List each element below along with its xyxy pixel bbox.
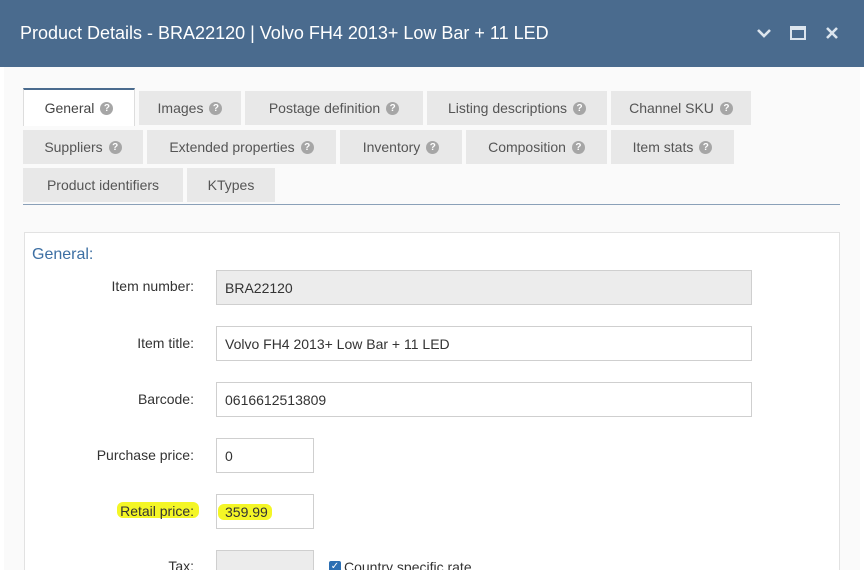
item-number-field: BRA22120: [216, 270, 752, 305]
tab-extended-properties[interactable]: Extended properties ?: [147, 130, 336, 164]
tab-label: Inventory: [362, 139, 421, 155]
help-icon[interactable]: ?: [426, 140, 440, 154]
retail-price-field[interactable]: 359.99: [216, 494, 314, 529]
tab-product-identifiers[interactable]: Product identifiers: [23, 168, 183, 202]
barcode-label: Barcode:: [137, 391, 194, 407]
tab-label: Product identifiers: [46, 177, 160, 193]
product-details-dialog: Product Details - BRA22120 | Volvo FH4 2…: [0, 0, 864, 570]
help-icon[interactable]: ?: [571, 140, 585, 154]
tab-label: Listing descriptions: [447, 100, 568, 116]
tax-field: [216, 550, 314, 570]
retail-price-label: Retail price:: [120, 503, 194, 519]
tab-ktypes[interactable]: KTypes: [187, 168, 275, 202]
window-title: Product Details - BRA22120 | Volvo FH4 2…: [20, 23, 549, 43]
close-button[interactable]: [821, 22, 843, 44]
maximize-icon: [787, 22, 809, 44]
tab-suppliers[interactable]: Suppliers ?: [23, 130, 143, 164]
section-title: General:: [32, 246, 94, 263]
tabs-divider: [23, 204, 840, 205]
tab-label: General: [44, 100, 95, 116]
tab-label: Channel SKU: [629, 100, 714, 116]
tab-label: Images: [157, 100, 204, 116]
tab-label: Extended properties: [169, 139, 295, 155]
item-title-field[interactable]: Volvo FH4 2013+ Low Bar + 11 LED: [216, 326, 752, 361]
maximize-button[interactable]: [787, 22, 809, 44]
help-icon[interactable]: ?: [300, 140, 314, 154]
country-specific-rate-label[interactable]: Country specific rate: [344, 559, 472, 570]
help-icon[interactable]: ?: [100, 101, 114, 115]
tab-postage-definition[interactable]: Postage definition ?: [245, 91, 423, 125]
barcode-field[interactable]: 0616612513809: [216, 382, 752, 417]
close-icon: [821, 22, 843, 44]
collapse-button[interactable]: [753, 22, 775, 44]
tab-label: Postage definition: [268, 100, 381, 116]
retail-price-value: 359.99: [225, 503, 268, 520]
help-icon[interactable]: ?: [573, 101, 587, 115]
tab-label: Suppliers: [44, 139, 103, 155]
tab-listing-descriptions[interactable]: Listing descriptions ?: [427, 91, 607, 125]
tab-label: Item stats: [632, 139, 694, 155]
chevron-down-icon: [753, 22, 775, 44]
tax-label: Tax:: [168, 558, 194, 570]
item-title-label: Item title:: [137, 335, 194, 351]
tab-general[interactable]: General ?: [23, 88, 135, 126]
tab-inventory[interactable]: Inventory ?: [340, 130, 462, 164]
tab-channel-sku[interactable]: Channel SKU ?: [611, 91, 751, 125]
item-number-label: Item number:: [111, 278, 194, 294]
tab-images[interactable]: Images ?: [139, 91, 241, 125]
help-icon[interactable]: ?: [699, 140, 713, 154]
tab-composition[interactable]: Composition ?: [466, 130, 607, 164]
help-icon[interactable]: ?: [209, 101, 223, 115]
tab-label: Composition: [488, 139, 566, 155]
help-icon[interactable]: ?: [719, 101, 733, 115]
titlebar[interactable]: Product Details - BRA22120 | Volvo FH4 2…: [0, 0, 864, 67]
tab-label: KTypes: [207, 177, 255, 193]
help-icon[interactable]: ?: [386, 101, 400, 115]
help-icon[interactable]: ?: [108, 140, 122, 154]
tab-item-stats[interactable]: Item stats ?: [611, 130, 734, 164]
country-specific-rate-checkbox[interactable]: ✓: [329, 561, 341, 570]
purchase-price-field[interactable]: 0: [216, 438, 314, 473]
purchase-price-label: Purchase price:: [96, 447, 194, 463]
